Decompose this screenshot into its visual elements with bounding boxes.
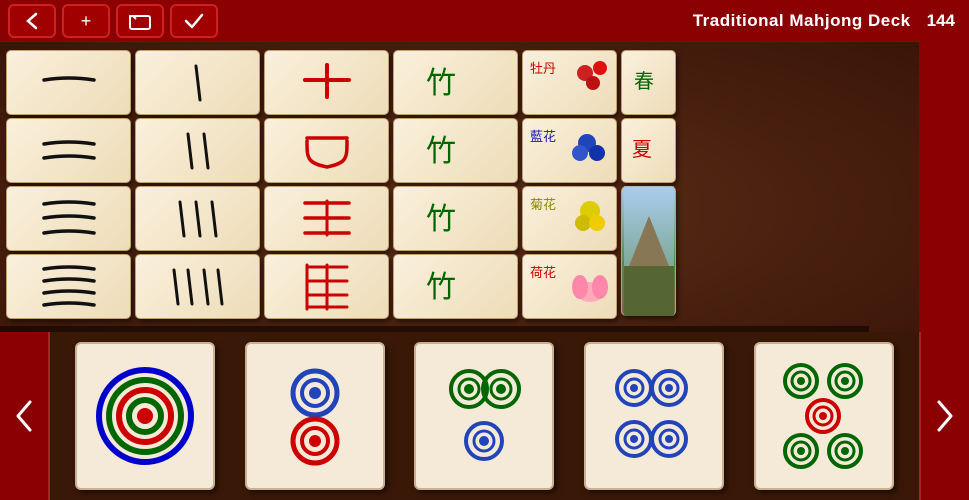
tile-4-4[interactable]: 竹 [393, 254, 518, 319]
tile-6-spring[interactable]: 春 [621, 50, 676, 115]
tile-1-1[interactable] [6, 50, 131, 115]
tile-2-3[interactable] [135, 186, 260, 251]
svg-text:竹: 竹 [426, 203, 456, 236]
tile-3-3[interactable] [264, 186, 389, 251]
card-2-dot[interactable] [245, 342, 385, 490]
tile-5-lotus[interactable]: 荷花 [522, 254, 617, 319]
column-2 [135, 50, 260, 324]
add-button[interactable]: + [62, 4, 110, 38]
check-button[interactable] [170, 4, 218, 38]
card-columns-wrapper: 竹 竹 竹 竹 [0, 42, 919, 374]
tile-2-1[interactable] [135, 50, 260, 115]
back-button[interactable] [8, 4, 56, 38]
svg-text:竹: 竹 [426, 271, 456, 304]
column-6-seasons: 春 夏 [621, 50, 676, 324]
svg-text:牡丹: 牡丹 [530, 61, 556, 76]
tile-2-2[interactable] [135, 118, 260, 183]
tile-4-2[interactable]: 竹 [393, 118, 518, 183]
tile-6-summer[interactable]: 夏 [621, 118, 676, 183]
tile-6-landscape[interactable] [621, 186, 676, 316]
top-section: 竹 竹 竹 竹 [0, 42, 969, 374]
tile-5-chrysanthemum[interactable]: 菊花 [522, 186, 617, 251]
app: + Traditional Mahjong Deck 144 [0, 0, 969, 500]
tile-3-2[interactable] [264, 118, 389, 183]
svg-text:竹: 竹 [426, 135, 456, 168]
card-5-dot[interactable] [754, 342, 894, 490]
bottom-cards [50, 332, 919, 500]
tile-5-plum[interactable]: 牡丹 [522, 50, 617, 115]
svg-text:春: 春 [634, 70, 654, 93]
svg-text:竹: 竹 [426, 67, 456, 100]
tile-3-1[interactable] [264, 50, 389, 115]
column-4: 竹 竹 竹 竹 [393, 50, 518, 324]
svg-text:荷花: 荷花 [530, 265, 556, 280]
svg-text:藍花: 藍花 [530, 129, 556, 144]
card-3-dot[interactable] [414, 342, 554, 490]
card-4-dot[interactable] [584, 342, 724, 490]
tile-3-4[interactable] [264, 254, 389, 319]
prev-card-button[interactable] [0, 332, 50, 500]
tile-1-3[interactable] [6, 186, 131, 251]
deck-title: Traditional Mahjong Deck [693, 11, 911, 31]
tile-4-3[interactable]: 竹 [393, 186, 518, 251]
next-card-button[interactable] [919, 332, 969, 500]
tile-5-orchid[interactable]: 藍花 [522, 118, 617, 183]
tile-4-1[interactable]: 竹 [393, 50, 518, 115]
add-icon: + [81, 11, 92, 32]
bottom-section [0, 332, 969, 500]
column-5-flowers: 牡丹 藍花 [522, 50, 617, 324]
card-1-dot[interactable] [75, 342, 215, 490]
right-nav [919, 42, 969, 374]
toolbar: + Traditional Mahjong Deck 144 [0, 0, 969, 42]
column-3 [264, 50, 389, 324]
folder-button[interactable] [116, 4, 164, 38]
card-count: 144 [927, 11, 955, 31]
svg-text:夏: 夏 [632, 139, 652, 161]
column-1 [6, 50, 131, 324]
tile-1-4[interactable] [6, 254, 131, 319]
tile-1-2[interactable] [6, 118, 131, 183]
tile-2-4[interactable] [135, 254, 260, 319]
svg-text:菊花: 菊花 [530, 197, 556, 212]
